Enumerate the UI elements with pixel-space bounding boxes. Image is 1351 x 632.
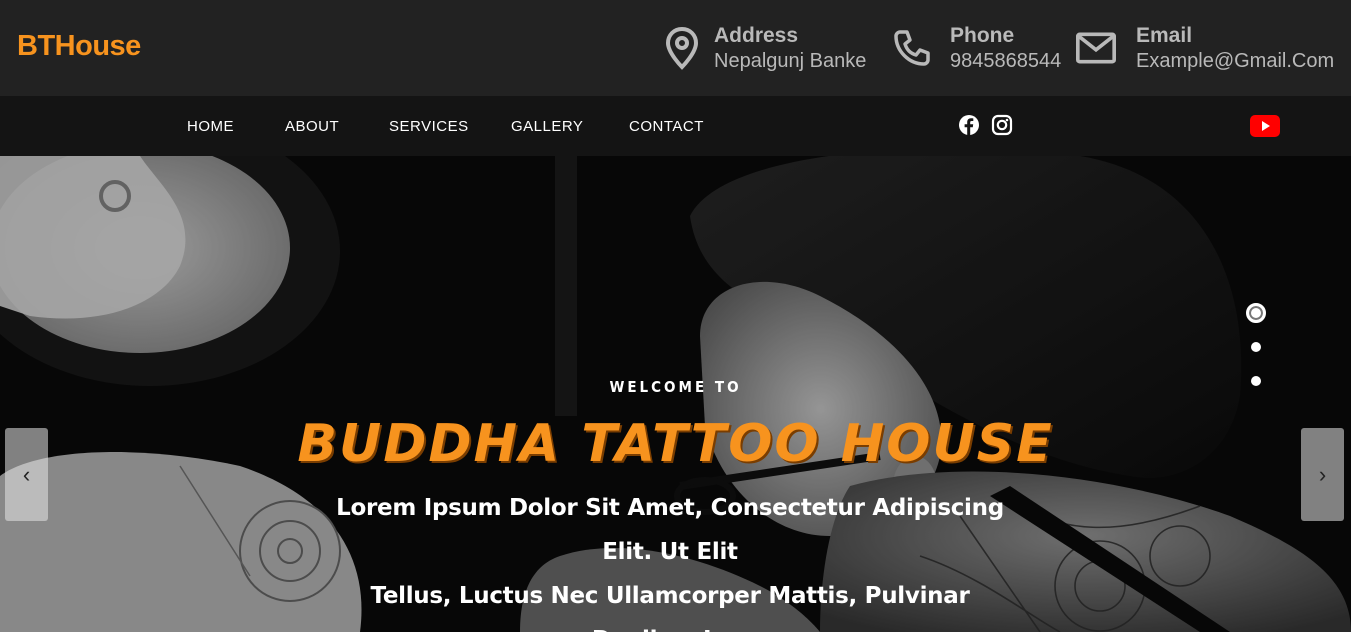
nav-gallery[interactable]: GALLERY [511, 118, 583, 135]
nav-about[interactable]: ABOUT [285, 118, 339, 135]
hero-subtitle-line-2: Tellus, Luctus Nec Ullamcorper Mattis, P… [370, 583, 970, 632]
phone-block: Phone 9845868544 [892, 20, 1061, 76]
slider-dot-3[interactable] [1251, 376, 1261, 386]
hero-slider: WELCOME TO BUDDHA TATTOO HOUSE Lorem Ips… [0, 156, 1351, 632]
instagram-icon[interactable] [991, 114, 1013, 136]
email-value[interactable]: Example@Gmail.Com [1136, 49, 1334, 74]
hero-welcome: WELCOME TO [609, 378, 742, 396]
hero-title: BUDDHA TATTOO HOUSE [297, 414, 1054, 474]
main-navigation: HOME ABOUT SERVICES GALLERY CONTACT [0, 96, 1351, 156]
email-block: Email Example@Gmail.Com [1076, 20, 1334, 76]
phone-value[interactable]: 9845868544 [950, 49, 1061, 74]
hero-subtitle-line-1: Lorem Ipsum Dolor Sit Amet, Consectetur … [336, 495, 1004, 565]
mail-icon [1076, 26, 1116, 70]
phone-label: Phone [950, 23, 1015, 47]
address-block: Address Nepalgunj Banke [662, 20, 866, 76]
hero-caption: WELCOME TO BUDDHA TATTOO HOUSE Lorem Ips… [0, 156, 1351, 632]
map-pin-icon [662, 26, 702, 70]
slider-dot-1[interactable] [1246, 303, 1266, 323]
hero-subtitle: Lorem Ipsum Dolor Sit Amet, Consectetur … [320, 486, 1020, 632]
email-label: Email [1136, 23, 1193, 47]
address-label: Address [714, 23, 799, 47]
facebook-icon[interactable] [958, 114, 980, 136]
phone-icon [892, 26, 932, 70]
address-value: Nepalgunj Banke [714, 49, 867, 72]
slider-next-button[interactable]: › [1301, 428, 1344, 521]
nav-services[interactable]: SERVICES [389, 118, 469, 135]
youtube-icon[interactable] [1250, 115, 1280, 137]
top-header: BTHouse Address Nepalgunj Banke Phone 98… [0, 0, 1351, 96]
slider-prev-button[interactable]: ‹ [5, 428, 48, 521]
slider-dot-2[interactable] [1251, 342, 1261, 352]
nav-contact[interactable]: CONTACT [629, 118, 704, 135]
nav-home[interactable]: HOME [187, 118, 234, 135]
brand-logo[interactable]: BTHouse [17, 30, 141, 63]
